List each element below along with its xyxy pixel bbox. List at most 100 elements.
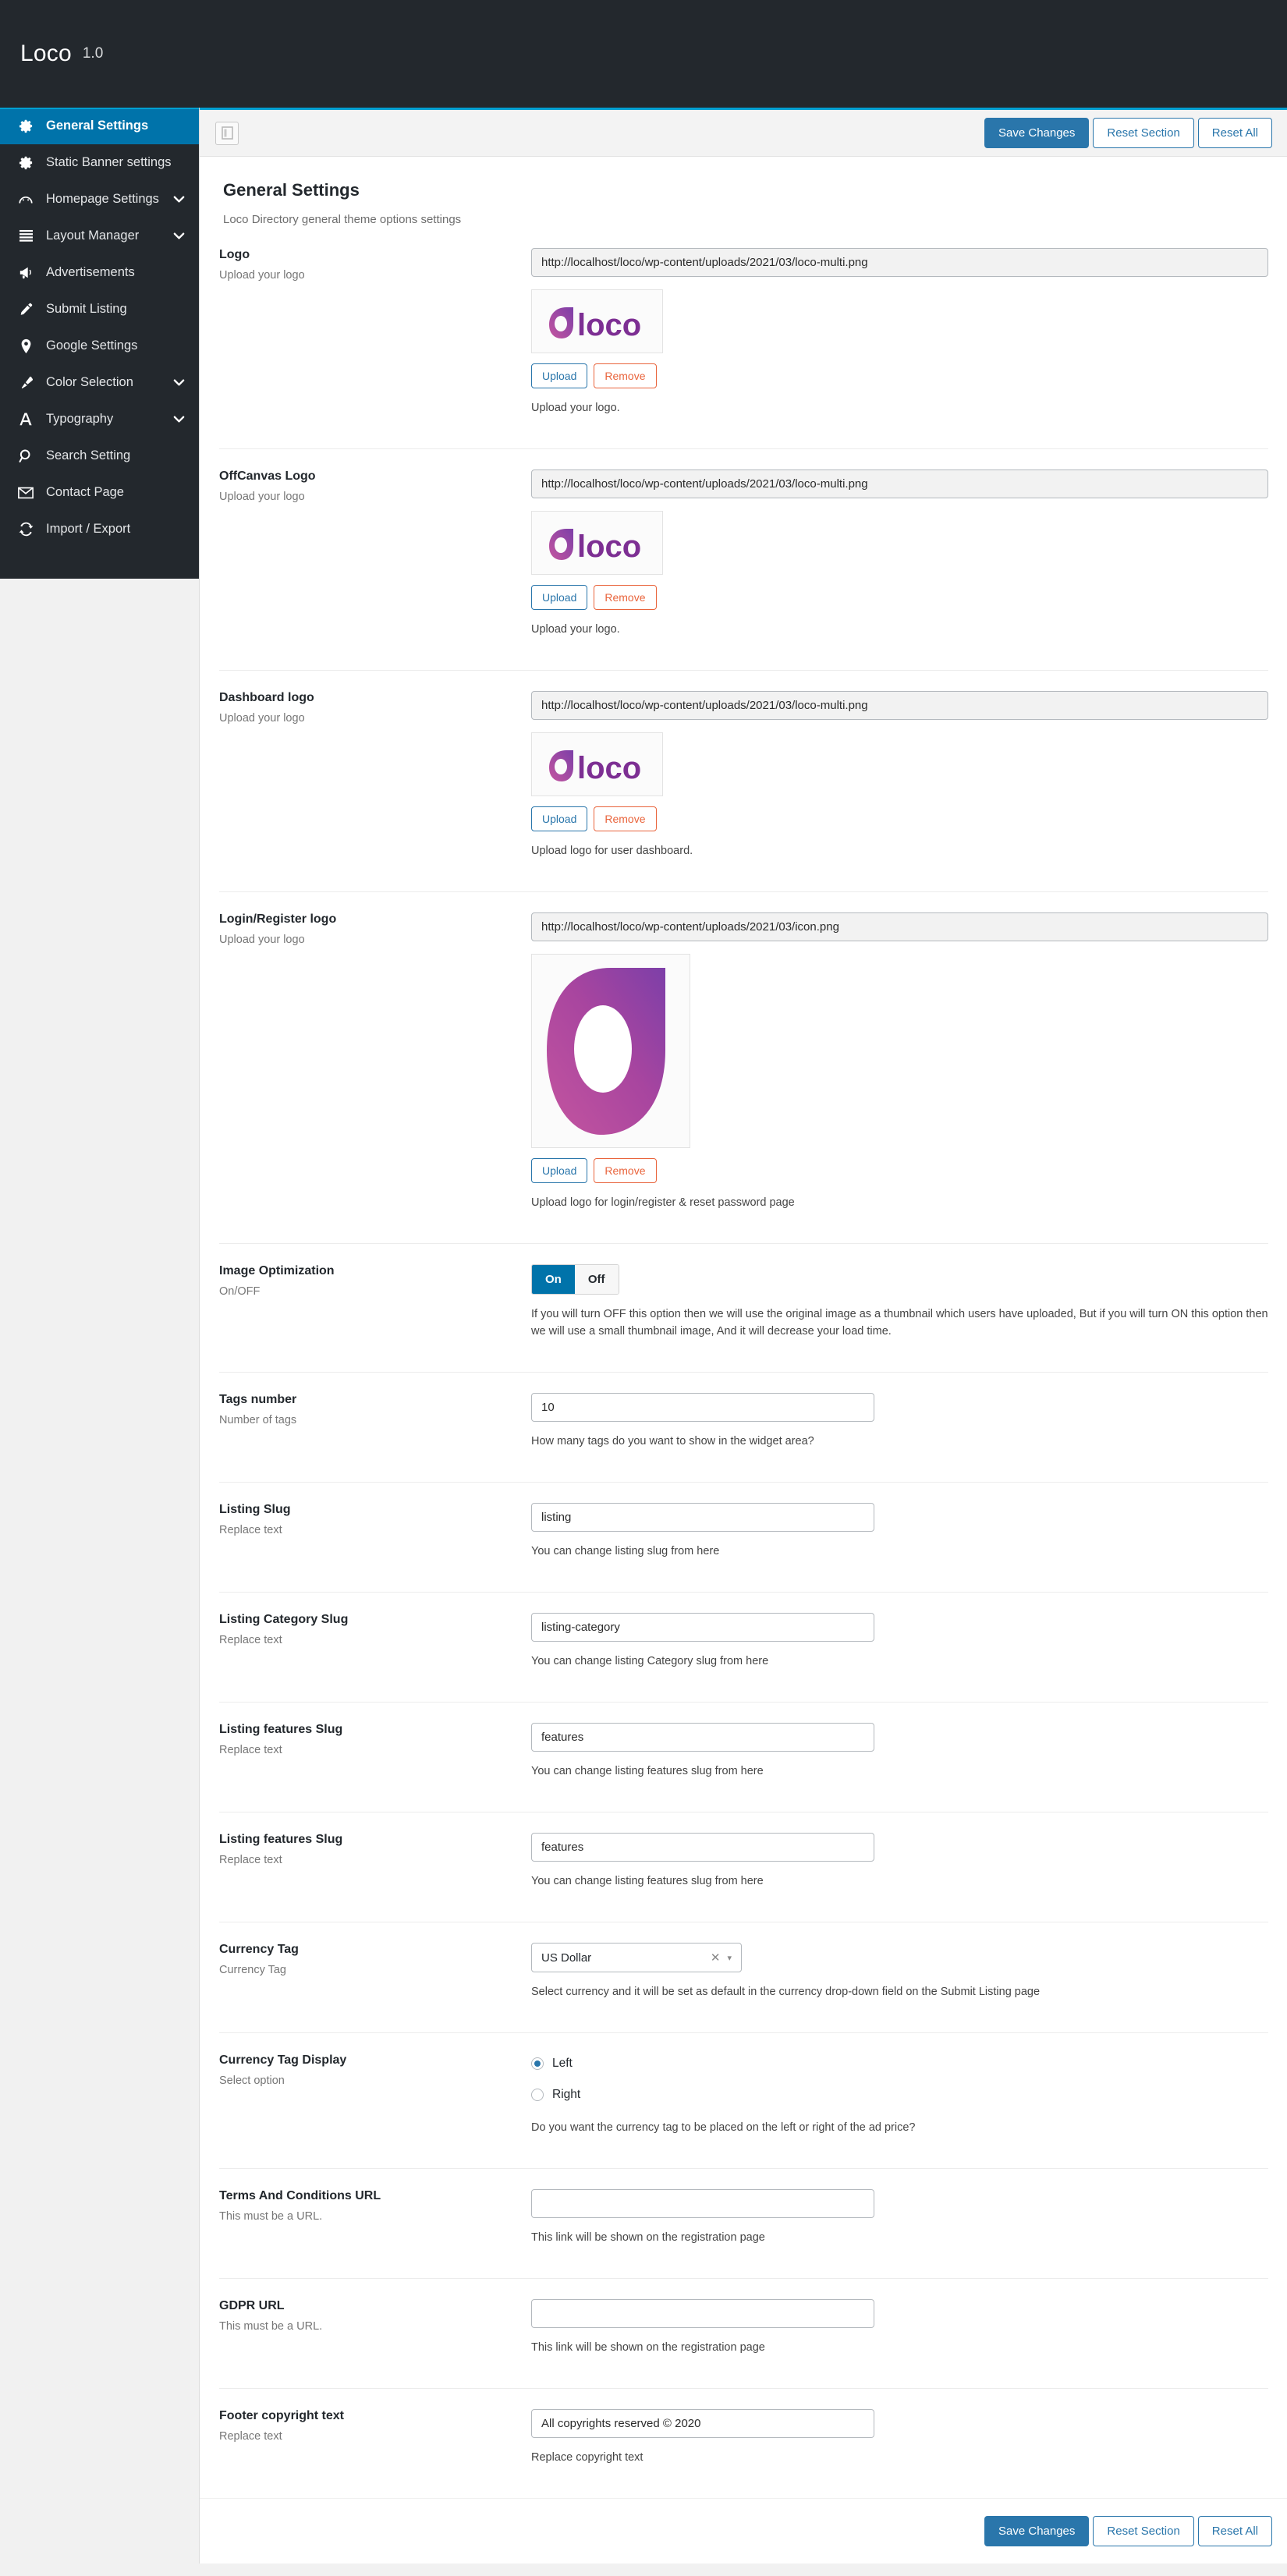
upload-button[interactable]: Upload	[531, 584, 588, 610]
reset-section-button-top[interactable]: Reset Section	[1093, 118, 1194, 148]
field-note: Upload your logo.	[531, 622, 620, 636]
remove-button[interactable]: Remove	[594, 584, 657, 610]
field-title: Terms And Conditions URL	[219, 2189, 381, 2203]
logo-url-input[interactable]	[531, 248, 1268, 277]
toggle-off-option[interactable]: Off	[574, 1264, 619, 1294]
reset-section-button-bottom[interactable]: Reset Section	[1093, 2516, 1194, 2546]
sidebar-item-layout-manager[interactable]: Layout Manager	[0, 218, 199, 254]
listing-features-slug-input-2[interactable]	[531, 1833, 874, 1862]
sidebar-item-label: Import / Export	[46, 522, 131, 536]
chevron-down-icon[interactable]	[173, 195, 185, 204]
sidebar-item-static-banner-settings[interactable]: Static Banner settings	[0, 144, 199, 181]
radio-label: Right	[552, 2088, 581, 2102]
field-note: You can change listing features slug fro…	[531, 1765, 764, 1778]
remove-button[interactable]: Remove	[594, 806, 657, 831]
field-label-block: Terms And Conditions URL This must be a …	[219, 2189, 531, 2223]
field-description: Select option	[219, 2075, 285, 2088]
clear-selection-icon[interactable]: ✕	[711, 1951, 721, 1965]
field-row-footer-copyright: Footer copyright text Replace text Repla…	[219, 2388, 1268, 2498]
dashboard-icon	[16, 192, 36, 207]
field-note: You can change listing slug from here	[531, 1545, 720, 1558]
svg-text:loco: loco	[577, 751, 641, 785]
chevron-down-icon[interactable]	[173, 378, 185, 387]
listing-slug-input[interactable]	[531, 1503, 874, 1532]
field-row-logo: Logo Upload your logo http://localhost/l…	[219, 237, 1268, 448]
footer-copyright-input[interactable]	[531, 2409, 874, 2439]
field-note: You can change listing Category slug fro…	[531, 1655, 769, 1668]
expand-panel-icon[interactable]	[215, 121, 239, 145]
envelope-icon	[16, 487, 36, 499]
currency-display-option-right[interactable]: Right	[531, 2088, 1268, 2102]
currency-tag-select[interactable]: US Dollar ✕ ▾	[531, 1943, 742, 1973]
sidebar-item-typography[interactable]: Typography	[0, 401, 199, 438]
sidebar-item-homepage-settings[interactable]: Homepage Settings	[0, 181, 199, 218]
dashboard-logo-url-input[interactable]	[531, 690, 1268, 720]
terms-url-input[interactable]	[531, 2189, 874, 2219]
sidebar-item-advertisements[interactable]: Advertisements	[0, 254, 199, 291]
login-logo-url-input[interactable]	[531, 912, 1268, 941]
sidebar-item-google-settings[interactable]: Google Settings	[0, 328, 199, 364]
sidebar-item-label: General Settings	[46, 119, 149, 133]
chevron-down-icon[interactable]	[173, 232, 185, 240]
logo-upload-actions: Upload Remove	[531, 363, 1268, 388]
loco-mark-icon	[537, 959, 685, 1143]
letter-a-icon	[16, 412, 36, 427]
toggle-on-option[interactable]: On	[532, 1264, 575, 1294]
field-label-block: Listing features Slug Replace text	[219, 1723, 531, 1756]
tags-number-input[interactable]	[531, 1393, 874, 1423]
field-title: Footer copyright text	[219, 2409, 345, 2423]
currency-display-option-left[interactable]: Left	[531, 2057, 1268, 2071]
field-row-tags-number: Tags number Number of tags How many tags…	[219, 1372, 1268, 1482]
field-note: Do you want the currency tag to be place…	[531, 2121, 916, 2135]
field-row-listing-features-slug-2: Listing features Slug Replace text You c…	[219, 1812, 1268, 1922]
field-label-block: GDPR URL This must be a URL.	[219, 2299, 531, 2333]
sidebar-item-general-settings[interactable]: General Settings	[0, 108, 199, 144]
remove-button[interactable]: Remove	[594, 1157, 657, 1183]
field-label-block: Footer copyright text Replace text	[219, 2409, 531, 2443]
field-note: You can change listing features slug fro…	[531, 1875, 764, 1888]
body-wrapper: General Settings Static Banner settings Ho…	[0, 108, 1287, 2564]
field-note: How many tags do you want to show in the…	[531, 1435, 814, 1448]
gdpr-url-input[interactable]	[531, 2299, 874, 2329]
chevron-down-icon[interactable]	[173, 415, 185, 423]
remove-button[interactable]: Remove	[594, 363, 657, 388]
login-logo-upload-actions: Upload Remove	[531, 1157, 1268, 1183]
field-row-listing-features-slug-1: Listing features Slug Replace text You c…	[219, 1702, 1268, 1812]
save-changes-button-top[interactable]: Save Changes	[984, 118, 1090, 148]
sidebar-item-search-setting[interactable]: Search Setting	[0, 438, 199, 474]
field-description: Upload your logo	[219, 490, 305, 503]
radio-button[interactable]	[531, 2089, 544, 2102]
sidebar-item-submit-listing[interactable]: Submit Listing	[0, 291, 199, 328]
sidebar-item-contact-page[interactable]: Contact Page	[0, 474, 199, 511]
field-row-currency-tag-display: Currency Tag Display Select option Left …	[219, 2032, 1268, 2168]
reset-all-button-top[interactable]: Reset All	[1197, 118, 1272, 148]
sidebar-item-label: Typography	[46, 412, 114, 426]
field-description: Upload your logo	[219, 933, 305, 946]
reset-all-button-bottom[interactable]: Reset All	[1197, 2516, 1272, 2546]
field-control-block: On Off If you will turn OFF this option …	[531, 1263, 1268, 1352]
image-optimization-toggle[interactable]: On Off	[531, 1263, 619, 1295]
upload-button[interactable]: Upload	[531, 363, 588, 388]
save-changes-button-bottom[interactable]: Save Changes	[984, 2516, 1090, 2546]
field-label-block: Dashboard logo Upload your logo	[219, 691, 531, 725]
field-note: This link will be shown on the registrat…	[531, 2231, 765, 2245]
listing-features-slug-input-1[interactable]	[531, 1723, 874, 1752]
field-control-block: You can change listing Category slug fro…	[531, 1613, 1268, 1681]
field-row-offcanvas-logo: OffCanvas Logo Upload your logo http://l…	[219, 448, 1268, 670]
radio-button[interactable]	[531, 2057, 544, 2071]
upload-button[interactable]: Upload	[531, 1157, 588, 1183]
sidebar-item-import-export[interactable]: Import / Export	[0, 511, 199, 547]
sidebar-item-label: Homepage Settings	[46, 192, 159, 206]
sidebar-item-color-selection[interactable]: Color Selection	[0, 364, 199, 401]
sidebar-item-label: Static Banner settings	[46, 155, 172, 169]
login-logo-preview	[531, 953, 690, 1148]
listing-category-slug-input[interactable]	[531, 1613, 874, 1642]
field-control-block: How many tags do you want to show in the…	[531, 1393, 1268, 1462]
field-control-block: US Dollar ✕ ▾ Select currency and it wil…	[531, 1943, 1268, 2012]
chevron-down-icon[interactable]: ▾	[727, 1953, 732, 1963]
field-row-login-logo: Login/Register logo Upload your logo htt…	[219, 891, 1268, 1243]
upload-button[interactable]: Upload	[531, 806, 588, 831]
field-description: Upload your logo	[219, 269, 305, 282]
field-description: This must be a URL.	[219, 2210, 323, 2223]
offcanvas-logo-url-input[interactable]	[531, 469, 1268, 498]
